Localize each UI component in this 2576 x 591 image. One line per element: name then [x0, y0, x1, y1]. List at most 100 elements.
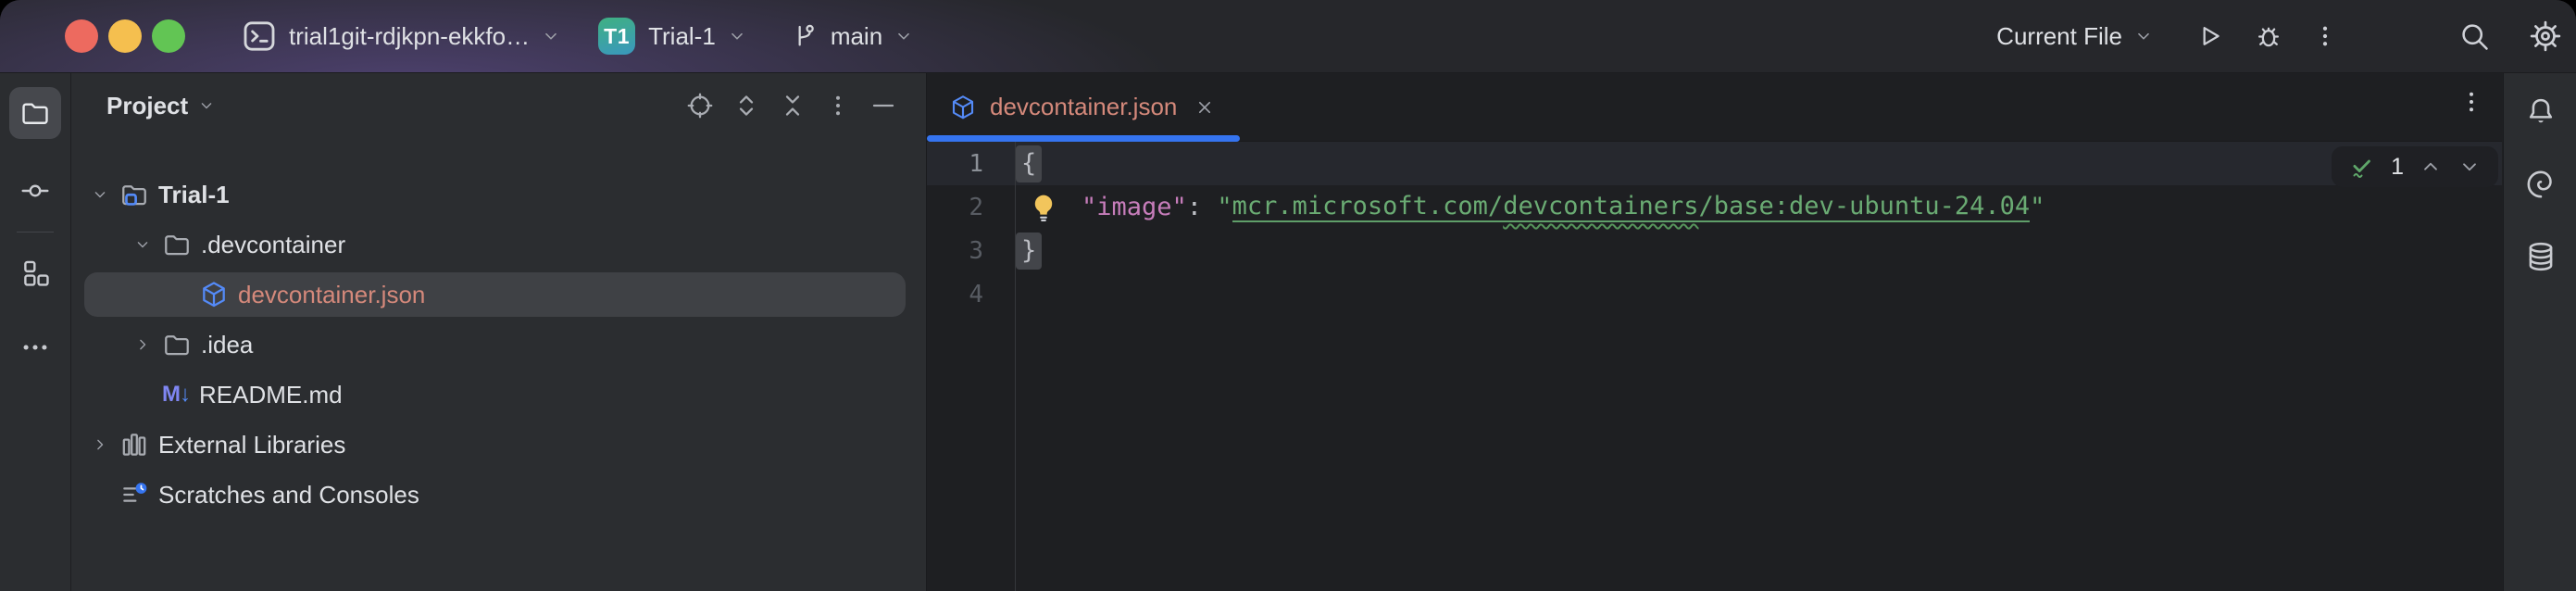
minimize-window-button[interactable] [108, 19, 142, 53]
code-editor[interactable]: 1 { 2 "image": "mcr.microsoft.com/devcon… [927, 142, 2502, 591]
ide-window: trial1git-rdjkpn-ekkfo… T1 Trial-1 main … [0, 0, 2576, 591]
tree-item-devcontainer-json[interactable]: devcontainer.json [71, 270, 926, 320]
search-everywhere-button[interactable] [2457, 19, 2491, 53]
tree-item-label: README.md [199, 381, 343, 409]
editor-area: devcontainer.json 1 { 2 [927, 73, 2502, 591]
line-number: 2 [927, 194, 983, 221]
collapse-all-icon [778, 91, 807, 120]
project-widget-name: trial1git-rdjkpn-ekkfo… [289, 22, 530, 51]
project-panel-header: Project [71, 73, 926, 138]
code-line-3: 3 } [927, 229, 2502, 272]
close-window-button[interactable] [65, 19, 98, 53]
project-tool-button[interactable] [9, 87, 61, 139]
gutter-separator [1015, 142, 1016, 591]
kebab-icon [824, 92, 852, 119]
commit-icon [19, 175, 51, 207]
tree-item-idea-folder[interactable]: .idea [71, 320, 926, 370]
chevron-down-icon [2133, 26, 2154, 46]
tree-item-label: .idea [201, 331, 253, 359]
expand-all-icon [732, 91, 761, 120]
project-folder-icon [119, 180, 149, 209]
chevron-right-icon[interactable] [84, 435, 116, 454]
tree-item-trial-1[interactable]: Trial-1 [71, 170, 926, 220]
tab-devcontainer-json[interactable]: devcontainer.json [927, 73, 1240, 141]
editor-tab-bar: devcontainer.json [927, 73, 2502, 142]
tree-item-label: .devcontainer [201, 231, 345, 259]
project-tree: Trial-1 .devcontainer devcontainer.json [71, 170, 926, 520]
tree-item-label: Scratches and Consoles [158, 481, 419, 509]
chevron-down-icon[interactable] [84, 185, 116, 204]
inspections-ok-icon [2348, 153, 2376, 181]
tree-item-devcontainer-folder[interactable]: .devcontainer [71, 220, 926, 270]
locate-target-icon [685, 91, 715, 120]
markdown-icon: M↓ [162, 382, 190, 408]
ai-assistant-swirl-icon [2524, 168, 2557, 201]
traffic-lights [65, 19, 185, 53]
image-url-link[interactable]: mcr.microsoft.com/devcontainers/base:dev… [1232, 192, 2031, 222]
database-button[interactable] [2515, 231, 2567, 283]
inspection-widget[interactable]: 1 [2332, 146, 2498, 187]
structure-icon [19, 258, 51, 289]
tree-item-scratches[interactable]: Scratches and Consoles [71, 470, 926, 520]
previous-problem-button[interactable] [2419, 155, 2443, 179]
tree-item-label: External Libraries [158, 431, 345, 459]
git-branch-icon [790, 21, 819, 51]
folder-icon [19, 97, 51, 129]
tree-item-label: devcontainer.json [238, 281, 425, 309]
tree-item-readme[interactable]: M↓ README.md [71, 370, 926, 420]
zoom-window-button[interactable] [152, 19, 185, 53]
notifications-button[interactable] [2515, 86, 2567, 138]
structure-tool-button[interactable] [9, 247, 61, 299]
run-configuration-label: Current File [1996, 22, 2122, 51]
expand-all-button[interactable] [732, 91, 761, 120]
line-number: 3 [927, 237, 983, 265]
scratches-icon [119, 480, 149, 509]
hide-panel-button[interactable] [869, 91, 898, 120]
chevron-right-icon[interactable] [127, 335, 158, 354]
tree-item-external-libraries[interactable]: External Libraries [71, 420, 926, 470]
chevron-down-icon [197, 96, 216, 115]
bell-icon [2524, 95, 2557, 129]
more-tool-windows-button[interactable] [9, 321, 61, 373]
kebab-icon [2457, 88, 2485, 116]
bug-icon [2254, 21, 2283, 51]
task-widget[interactable]: Trial-1 [648, 22, 747, 51]
tab-options-button[interactable] [2457, 88, 2485, 116]
typo-highlight: devcontainers [1503, 192, 1698, 220]
libraries-icon [119, 430, 149, 459]
next-problem-button[interactable] [2457, 155, 2482, 179]
close-tab-icon[interactable] [1194, 96, 1216, 119]
commit-tool-button[interactable] [9, 165, 61, 217]
inspection-count: 1 [2391, 154, 2404, 181]
devcontainer-cube-icon [949, 94, 977, 121]
collapse-all-button[interactable] [778, 91, 807, 120]
gear-icon [2528, 19, 2563, 54]
panel-options-button[interactable] [824, 92, 852, 119]
project-widget[interactable]: trial1git-rdjkpn-ekkfo… [241, 18, 561, 55]
settings-button[interactable] [2528, 19, 2563, 54]
task-name: Trial-1 [648, 22, 716, 51]
ai-assistant-button[interactable] [2515, 158, 2567, 210]
title-bar: trial1git-rdjkpn-ekkfo… T1 Trial-1 main … [0, 0, 2576, 73]
code-line-4: 4 [927, 272, 2502, 316]
play-icon [2195, 21, 2224, 51]
debug-button[interactable] [2254, 21, 2283, 51]
close-brace: } [1016, 233, 1042, 270]
select-opened-file-button[interactable] [685, 91, 715, 120]
chevron-down-icon [541, 26, 561, 46]
chevron-down-icon[interactable] [127, 235, 158, 254]
project-panel-title[interactable]: Project [106, 92, 188, 120]
run-button[interactable] [2195, 21, 2224, 51]
branch-widget[interactable]: main [790, 21, 914, 51]
terminal-project-icon [241, 18, 278, 55]
ellipsis-icon [19, 332, 51, 363]
task-badge[interactable]: T1 [598, 18, 635, 55]
line-number: 4 [927, 281, 983, 308]
chevron-down-icon [894, 26, 914, 46]
code-line-2: 2 "image": "mcr.microsoft.com/devcontain… [927, 185, 2502, 229]
database-icon [2524, 240, 2557, 273]
left-tool-stripe [0, 73, 71, 591]
project-panel: Project [71, 73, 927, 591]
more-actions-button[interactable] [2311, 22, 2339, 50]
run-configuration-selector[interactable]: Current File [1996, 22, 2154, 51]
